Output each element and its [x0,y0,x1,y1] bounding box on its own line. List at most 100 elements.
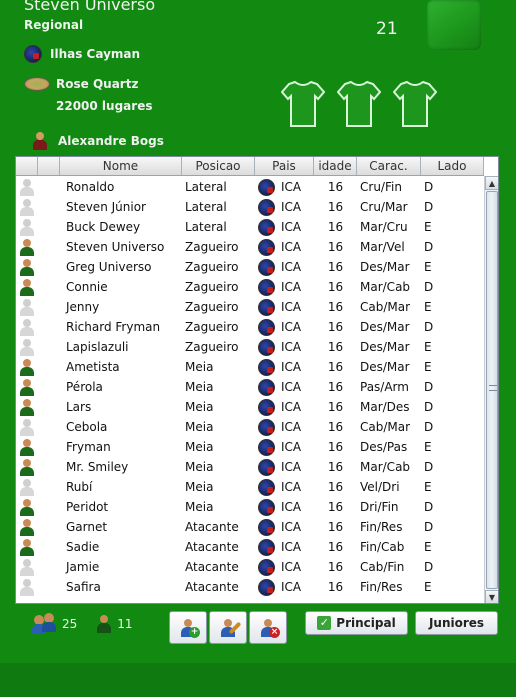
shirt-icon[interactable] [336,80,382,128]
player-name: Fryman [66,440,111,454]
table-row[interactable]: Mr. Smiley Meia ICA 16 Mar/Cab D [16,457,484,477]
country-code: ICA [281,380,302,394]
column-header-carac[interactable]: Carac. [357,157,421,175]
player-side: D [424,420,434,434]
player-traits: Vel/Dri [360,480,400,494]
cayman-flag-icon [258,318,275,336]
juniores-button[interactable]: Juniores [415,611,498,635]
player-status-cell [16,398,38,416]
player-inactive-icon [20,178,34,196]
club-name: Steven Universo [24,0,156,14]
table-row[interactable]: Greg Universo Zagueiro ICA 16 Des/Mar E [16,257,484,277]
table-row[interactable]: Cebola Meia ICA 16 Cab/Mar D [16,417,484,437]
principal-label: Principal [336,616,396,630]
player-country: ICA [255,318,314,336]
column-header-posicao[interactable]: Posicao [182,157,255,175]
table-row[interactable]: Pérola Meia ICA 16 Pas/Arm D [16,377,484,397]
club-score: 21 [376,19,398,39]
player-status-cell [16,538,38,556]
player-traits: Mar/Cru [360,220,408,234]
player-traits: Cab/Mar [360,300,411,314]
column-header-idade[interactable]: idade [314,157,357,175]
table-row[interactable]: Steven Júnior Lateral ICA 16 Cru/Mar D [16,197,484,217]
player-traits: Cab/Mar [360,420,411,434]
table-row[interactable]: Richard Fryman Zagueiro ICA 16 Des/Mar D [16,317,484,337]
cayman-flag-icon [258,378,275,396]
column-header[interactable] [38,157,60,175]
player-traits: Mar/Des [360,400,410,414]
table-row[interactable]: Ronaldo Lateral ICA 16 Cru/Fin D [16,177,484,197]
table-row[interactable]: Sadie Atacante ICA 16 Fin/Cab E [16,537,484,557]
player-traits: Mar/Cab [360,280,411,294]
player-active-icon [20,398,34,416]
table-row[interactable]: Peridot Meia ICA 16 Dri/Fin D [16,497,484,517]
players-table[interactable]: Nome Posicao Pais idade Carac. Lado Rona… [15,156,499,604]
player-position: Zagueiro [185,300,239,314]
player-age: 16 [327,240,344,254]
column-header[interactable] [16,157,38,175]
player-side: E [424,360,432,374]
country-code: ICA [281,320,302,334]
player-country: ICA [255,358,314,376]
scroll-up-button[interactable]: ▲ [485,176,498,190]
player-status-cell [16,338,38,356]
table-row[interactable]: Garnet Atacante ICA 16 Fin/Res D [16,517,484,537]
country-code: ICA [281,440,302,454]
vertical-scrollbar[interactable]: ▲ ▼ [484,176,498,603]
table-row[interactable]: Rubí Meia ICA 16 Vel/Dri E [16,477,484,497]
player-traits: Des/Mar [360,340,410,354]
principal-button[interactable]: ✓ Principal [305,611,408,635]
scroll-down-button[interactable]: ▼ [485,590,498,603]
table-row[interactable]: Connie Zagueiro ICA 16 Mar/Cab D [16,277,484,297]
table-body: Ronaldo Lateral ICA 16 Cru/Fin D Steven Júnior… [16,177,484,597]
player-age: 16 [327,480,344,494]
column-header-nome[interactable]: Nome [60,157,182,175]
add-player-button[interactable]: + [169,611,207,644]
country-code: ICA [281,560,302,574]
cayman-flag-icon [258,258,275,276]
table-row[interactable]: Ametista Meia ICA 16 Des/Mar E [16,357,484,377]
country-code: ICA [281,460,302,474]
player-status-cell [16,238,38,256]
player-active-icon [20,518,34,536]
player-side: E [424,260,432,274]
table-row[interactable]: Buck Dewey Lateral ICA 16 Mar/Cru E [16,217,484,237]
player-country: ICA [255,518,314,536]
table-row[interactable]: Jamie Atacante ICA 16 Cab/Fin D [16,557,484,577]
player-name: Mr. Smiley [66,460,129,474]
table-row[interactable]: Lapislazuli Zagueiro ICA 16 Des/Mar E [16,337,484,357]
coach-row: Alexandre Bogs [32,132,164,150]
player-name: Greg Universo [66,260,152,274]
table-row[interactable]: Jenny Zagueiro ICA 16 Cab/Mar E [16,297,484,317]
player-country: ICA [255,458,314,476]
player-inactive-icon [20,318,34,336]
table-row[interactable]: Safira Atacante ICA 16 Fin/Res E [16,577,484,597]
player-age: 16 [327,260,344,274]
player-country: ICA [255,218,314,236]
group-icon [32,613,58,635]
squad-counts: 25 11 [32,613,133,635]
table-row[interactable]: Fryman Meia ICA 16 Des/Pas E [16,437,484,457]
edit-player-button[interactable] [209,611,247,644]
shirt-icon[interactable] [280,80,326,128]
player-status-cell [16,578,38,596]
scroll-thumb[interactable] [486,191,498,589]
player-status-cell [16,458,38,476]
player-traits: Fin/Res [360,580,403,594]
player-position: Lateral [185,200,227,214]
coach-icon [32,132,48,150]
table-row[interactable]: Steven Universo Zagueiro ICA 16 Mar/Vel D [16,237,484,257]
player-country: ICA [255,298,314,316]
player-active-icon [20,458,34,476]
cayman-flag-icon [258,398,275,416]
club-badge [427,0,481,50]
table-row[interactable]: Lars Meia ICA 16 Mar/Des D [16,397,484,417]
country-code: ICA [281,420,302,434]
player-country: ICA [255,578,314,596]
column-header-pais[interactable]: Pais [255,157,314,175]
remove-player-button[interactable]: × [249,611,287,644]
shirt-icon[interactable] [392,80,438,128]
player-side: E [424,440,432,454]
column-header-lado[interactable]: Lado [421,157,484,175]
cayman-flag-icon [24,45,42,63]
